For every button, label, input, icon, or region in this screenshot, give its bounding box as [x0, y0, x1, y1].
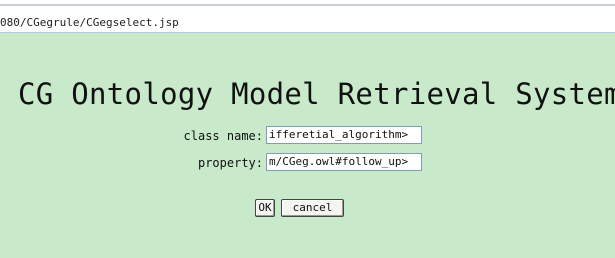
page-title: CG Ontology Model Retrieval System	[18, 77, 615, 111]
cancel-button[interactable]: cancel	[281, 199, 344, 217]
property-label: property:	[197, 156, 263, 170]
property-row: property: m/CGeg.owl#follow_up>	[0, 153, 615, 173]
window-top-rule	[0, 4, 615, 6]
ok-button[interactable]: OK	[255, 199, 275, 217]
class-name-row: class name: ifferetial_algorithm>	[0, 126, 615, 146]
form-buttons: OK cancel	[0, 199, 615, 219]
class-name-field[interactable]: ifferetial_algorithm>	[266, 126, 422, 144]
property-field[interactable]: m/CGeg.owl#follow_up>	[266, 153, 422, 171]
class-name-label: class name:	[183, 129, 263, 143]
address-bar[interactable]: 080/CGegrule/CGegselect.jsp	[0, 14, 615, 33]
